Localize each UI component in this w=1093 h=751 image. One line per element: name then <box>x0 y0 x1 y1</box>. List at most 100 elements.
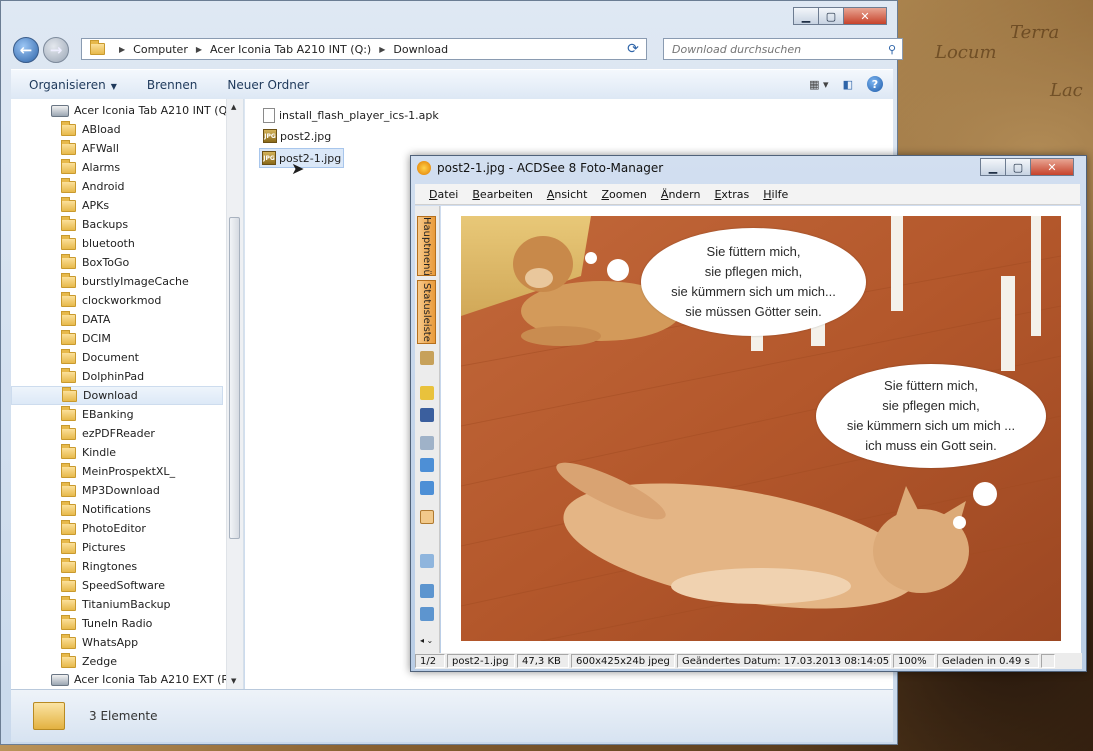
menu-item[interactable]: Extras <box>714 188 749 201</box>
tree-folder-item[interactable]: BoxToGo <box>61 253 129 272</box>
menu-item[interactable]: Bearbeiten <box>472 188 532 201</box>
tree-folder-item[interactable]: DCIM <box>61 329 111 348</box>
tree-folder-item[interactable]: Pictures <box>61 538 126 557</box>
burn-button[interactable]: Brennen <box>147 78 197 92</box>
image-icon[interactable] <box>420 436 434 450</box>
next-image-icon[interactable] <box>420 481 434 495</box>
open-icon[interactable] <box>420 386 434 400</box>
tree-folder-item[interactable]: MP3Download <box>61 481 160 500</box>
search-input[interactable] <box>670 41 874 57</box>
tree-folder-label: Pictures <box>82 541 126 554</box>
menu-item[interactable]: Ändern <box>661 188 701 201</box>
hand-tool-icon[interactable] <box>420 510 434 524</box>
scroll-up-icon[interactable]: ▲ <box>231 103 236 111</box>
close-button[interactable]: ✕ <box>843 7 887 25</box>
tree-folder-item[interactable]: DATA <box>61 310 110 329</box>
tree-folder-item[interactable]: Ringtones <box>61 557 137 576</box>
view-options-icon[interactable]: ▦ ▾ <box>809 78 828 91</box>
refresh-icon[interactable]: ⟳ <box>621 38 645 60</box>
tree-folder-item[interactable]: Backups <box>61 215 128 234</box>
tree-drive-ext[interactable]: Acer Iconia Tab A210 EXT (R:) <box>51 670 237 689</box>
thought-dot <box>607 259 629 281</box>
previous-image-icon[interactable] <box>420 458 434 472</box>
breadcrumb-computer[interactable]: Computer <box>133 43 188 56</box>
breadcrumb-download[interactable]: Download <box>393 43 448 56</box>
tree-folder-item[interactable]: Download <box>11 386 223 405</box>
search-icon[interactable]: ⚲ <box>888 43 896 56</box>
speech-bubble-cat: Sie füttern mich, sie pflegen mich, sie … <box>816 364 1046 468</box>
rotate-left-icon[interactable] <box>420 584 434 598</box>
new-folder-button[interactable]: Neuer Ordner <box>227 78 309 92</box>
tree-folder-item[interactable]: ABload <box>61 120 121 139</box>
tree-folder-label: EBanking <box>82 408 134 421</box>
acdsee-window-controls: ▁ ▢ ✕ <box>980 158 1074 176</box>
minimize-button[interactable]: ▁ <box>793 7 819 25</box>
chevron-down-icon[interactable]: ◂ ⌄ <box>420 636 433 645</box>
tree-folder-item[interactable]: Android <box>61 177 125 196</box>
drive-icon <box>51 104 69 117</box>
tree-folder-item[interactable]: TitaniumBackup <box>61 595 171 614</box>
status-extra <box>1041 654 1055 668</box>
organize-button[interactable]: Organisieren ▼ <box>29 78 117 92</box>
menu-bar: Datei Bearbeiten Ansicht Zoomen Ändern Extras… <box>415 184 1080 205</box>
forward-button[interactable]: → <box>43 37 69 63</box>
tree-folder-item[interactable]: WhatsApp <box>61 633 138 652</box>
tools-icon[interactable] <box>420 351 434 365</box>
folder-icon <box>33 702 65 730</box>
tab-main-menu[interactable]: Hauptmenü <box>417 216 436 276</box>
tree-folder-label: Ringtones <box>82 560 138 573</box>
image-viewer: Sie füttern mich, sie pflegen mich, sie … <box>441 206 1081 653</box>
minimize-button[interactable]: ▁ <box>980 158 1006 176</box>
tree-folder-item[interactable]: Alarms <box>61 158 120 177</box>
tree-drive-int[interactable]: Acer Iconia Tab A210 INT (Q:) <box>51 101 235 120</box>
save-icon[interactable] <box>420 408 434 422</box>
tree-folder-item[interactable]: bluetooth <box>61 234 135 253</box>
maximize-button[interactable]: ▢ <box>1005 158 1031 176</box>
tree-folder-item[interactable]: APKs <box>61 196 109 215</box>
tree-folder-item[interactable]: Kindle <box>61 443 116 462</box>
tree-folder-item[interactable]: ezPDFReader <box>61 424 155 443</box>
tree-folder-label: Backups <box>82 218 129 231</box>
tree-folder-item[interactable]: burstlyImageCache <box>61 272 189 291</box>
rotate-right-icon[interactable] <box>420 607 434 621</box>
preview-pane-icon[interactable]: ◧ <box>843 78 853 91</box>
file-item-post2[interactable]: JPG post2.jpg <box>263 129 331 143</box>
tree-folder-item[interactable]: AFWall <box>61 139 119 158</box>
tree-folder-item[interactable]: MeinProspektXL_ <box>61 462 175 481</box>
tree-folder-item[interactable]: EBanking <box>61 405 134 424</box>
tree-folder-item[interactable]: Notifications <box>61 500 151 519</box>
scroll-down-icon[interactable]: ▼ <box>231 677 236 685</box>
tree-folder-item[interactable]: TuneIn Radio <box>61 614 152 633</box>
scroll-thumb[interactable] <box>229 217 240 539</box>
menu-item[interactable]: Datei <box>429 188 458 201</box>
file-item-apk[interactable]: install_flash_player_ics-1.apk <box>263 108 439 123</box>
folder-icon <box>61 500 76 516</box>
tree-folder-item[interactable]: PhotoEditor <box>61 519 146 538</box>
maximize-button[interactable]: ▢ <box>818 7 844 25</box>
tree-folder-item[interactable]: DolphinPad <box>61 367 144 386</box>
status-loadtime: Geladen in 0.49 s <box>937 654 1039 668</box>
tree-folder-item[interactable]: clockworkmod <box>61 291 161 310</box>
back-button[interactable]: ← <box>13 37 39 63</box>
navigation-pane: Acer Iconia Tab A210 INT (Q:) ABload AFWa… <box>11 99 244 689</box>
tree-folder-item[interactable]: Document <box>61 348 139 367</box>
address-bar[interactable]: ▶ Computer ▶ Acer Iconia Tab A210 INT (Q… <box>81 38 647 60</box>
close-button[interactable]: ✕ <box>1030 158 1074 176</box>
breadcrumb-drive[interactable]: Acer Iconia Tab A210 INT (Q:) <box>210 43 371 56</box>
menu-item[interactable]: Hilfe <box>763 188 788 201</box>
file-name: post2-1.jpg <box>279 151 342 165</box>
menu-item[interactable]: Ansicht <box>547 188 588 201</box>
zoom-icon[interactable] <box>420 554 434 568</box>
tree-folder-label: TuneIn Radio <box>82 617 153 630</box>
help-icon[interactable]: ? <box>867 76 883 92</box>
thought-dot <box>973 482 997 506</box>
folder-icon <box>61 576 76 592</box>
tree-folder-item[interactable]: SpeedSoftware <box>61 576 165 595</box>
tab-status-bar[interactable]: Statusleiste <box>417 280 436 344</box>
nav-scrollbar[interactable]: ▲ ▼ <box>226 99 243 689</box>
status-index: 1/2 <box>415 654 445 668</box>
tree-folder-item[interactable]: Zedge <box>61 652 117 671</box>
menu-item[interactable]: Zoomen <box>601 188 646 201</box>
search-box: ⚲ <box>663 38 903 60</box>
chevron-right-icon: ▶ <box>379 44 386 54</box>
